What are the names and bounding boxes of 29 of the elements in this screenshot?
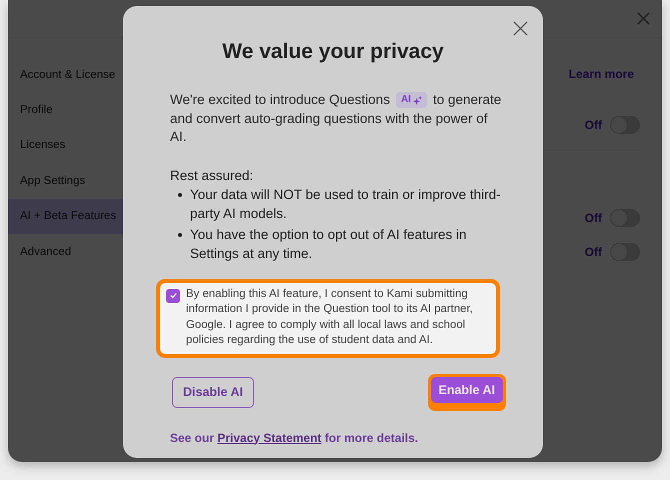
sidebar-item[interactable]: AI + Beta Features [8, 198, 123, 234]
toggle-label: Off [584, 211, 602, 225]
intro-text: to generate [432, 91, 502, 109]
learn-more-link[interactable]: Learn more [568, 67, 634, 81]
sidebar-item[interactable]: Advanced [8, 234, 123, 270]
sidebar-item[interactable]: Profile [8, 92, 123, 128]
footer-text: See our Privacy Statement for more details. [170, 430, 420, 444]
intro-text: and convert auto-grading questions with the power of AI. [170, 110, 488, 146]
ai-badge: AI [396, 92, 427, 108]
section-heading: Rest assured: [170, 166, 254, 184]
consent-text: By enabling this AI feature, I consent to Kami submitting information I provide in the Question tool to its AI partner, Google. I agree to comply with all local laws and school policies regarding the use of student data and AI. [186, 286, 474, 348]
dialog-title: We value your privacy [221, 40, 445, 64]
sidebar-item[interactable]: App Settings [8, 163, 123, 199]
toggle-label: Off [584, 245, 602, 259]
bullet-text: Your data will NOT be used to train or improve third-party AI models. [190, 186, 502, 222]
disable-button[interactable]: Disable AI [172, 376, 254, 408]
sidebar-item[interactable]: Account & License [8, 57, 123, 92]
sidebar-item[interactable]: Licenses [8, 128, 123, 164]
bullet-icon [178, 192, 182, 196]
privacy-link[interactable]: Privacy Statement [217, 430, 322, 444]
intro-text: We're excited to introduce Questions [170, 91, 390, 109]
close-icon[interactable] [513, 21, 528, 36]
sparkle-icon [412, 96, 422, 105]
toggle-label: Off [584, 118, 602, 132]
consent-checkbox[interactable] [166, 288, 180, 302]
bullet-text: You have the option to opt out of AI features in Settings at any time. [190, 226, 468, 262]
enable-button[interactable]: Enable AI [430, 376, 503, 402]
bullet-icon [178, 232, 182, 236]
check-icon [168, 291, 178, 300]
